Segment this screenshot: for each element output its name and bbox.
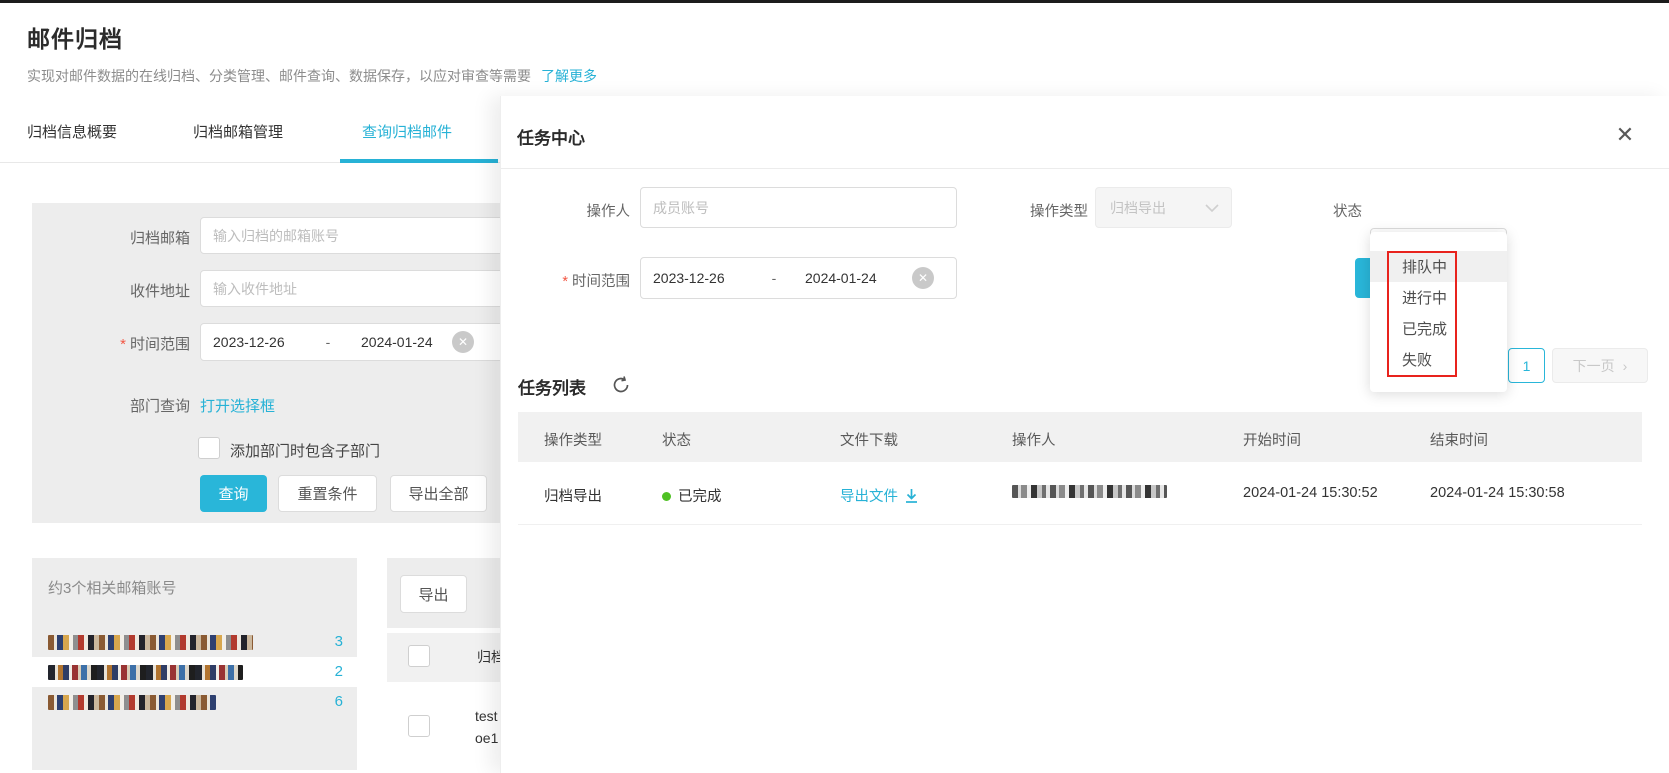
task-table-header: 操作类型 状态 文件下载 操作人 开始时间 结束时间 [518,412,1642,462]
op-type-label: 操作类型 [1000,200,1088,221]
col-op-type: 操作类型 [544,429,602,450]
operator-label: 操作人 [515,200,630,221]
time-start-value[interactable]: 2023-12-26 [213,334,313,350]
related-accounts-header: 约3个相关邮箱账号 [48,577,176,598]
page-title: 邮件归档 [27,20,123,54]
page-subtitle: 实现对邮件数据的在线归档、分类管理、邮件查询、数据保存，以应对审查等需要了解更多 [27,66,597,86]
required-marker: * [120,336,126,353]
reset-button[interactable]: 重置条件 [278,475,377,512]
col-status: 状态 [662,429,691,450]
tab-archive-mailbox-management[interactable]: 归档邮箱管理 [193,121,283,142]
archive-mailbox-input[interactable]: 输入归档的邮箱账号 [200,217,512,254]
tc-time-range-label: *时间范围 [515,270,630,291]
tc-time-start-value[interactable]: 2023-12-26 [653,270,757,286]
tc-time-range-label-text: 时间范围 [572,274,630,290]
redacted-email-mosaic [48,635,253,650]
refresh-icon[interactable] [611,375,631,395]
account-count: 3 [335,633,343,650]
mail-row-text-line2: oe1 [475,730,498,746]
archive-mailbox-placeholder: 输入归档的邮箱账号 [213,226,339,246]
op-type-value: 归档导出 [1110,198,1166,218]
task-list-title: 任务列表 [518,374,586,399]
pagination-next-label: 下一页 [1573,356,1615,376]
export-file-link[interactable]: 导出文件 [840,485,919,506]
pagination-next-button: 下一页 › [1552,348,1648,383]
clear-date-icon[interactable]: ✕ [452,331,474,353]
annotation-highlight-box [1387,251,1457,377]
tc-time-range-input[interactable]: 2023-12-26 - 2024-01-24 [640,257,957,299]
include-subdept-checkbox[interactable] [198,437,220,459]
download-icon [904,488,919,504]
close-icon[interactable]: ✕ [1610,120,1640,150]
col-end-time: 结束时间 [1430,429,1488,450]
task-table-row: 归档导出 已完成 导出文件 2024-01-24 15:30:52 2024-0… [518,462,1642,525]
department-open-selector-link[interactable]: 打开选择框 [200,395,275,416]
learn-more-link[interactable]: 了解更多 [541,68,597,84]
time-range-label: *时间范围 [60,333,190,354]
status-label: 状态 [1280,200,1362,221]
select-all-checkbox[interactable] [408,645,430,667]
time-end-value[interactable]: 2024-01-24 [361,334,433,350]
export-all-button[interactable]: 导出全部 [390,475,487,512]
account-count: 6 [335,693,343,710]
operator-input[interactable]: 成员账号 [640,187,957,228]
tab-query-archived-mail[interactable]: 查询归档邮件 [362,121,452,142]
tab-archive-overview[interactable]: 归档信息概要 [27,121,117,142]
tc-clear-date-icon[interactable]: ✕ [912,267,934,289]
col-file-download: 文件下载 [840,429,898,450]
export-button[interactable]: 导出 [400,575,467,613]
status-dot-green [662,492,671,501]
related-account-row[interactable]: 2 [32,657,357,687]
cell-start-time: 2024-01-24 15:30:52 [1243,485,1378,501]
search-button[interactable]: 查询 [200,475,267,512]
redacted-email-mosaic [48,695,216,710]
tc-time-separator: - [757,270,791,286]
panel-divider [501,168,1669,169]
required-marker: * [562,274,568,290]
recipient-input[interactable]: 输入收件地址 [200,270,512,307]
pagination-page-1[interactable]: 1 [1508,348,1545,383]
cell-status: 已完成 [662,485,722,506]
recipient-placeholder: 输入收件地址 [213,279,297,299]
time-separator: - [313,334,343,350]
redacted-email-mosaic [48,665,243,680]
operator-placeholder: 成员账号 [653,198,709,218]
account-count: 2 [335,663,343,680]
cell-end-time: 2024-01-24 15:30:58 [1430,485,1565,501]
archive-mailbox-label: 归档邮箱 [60,227,190,248]
chevron-right-icon: › [1623,358,1628,374]
col-operator: 操作人 [1012,429,1056,450]
export-file-link-text: 导出文件 [840,485,898,506]
mail-row-text-line1: test [475,708,498,724]
row-checkbox[interactable] [408,715,430,737]
cell-op-type: 归档导出 [544,485,602,506]
cell-status-text: 已完成 [678,489,722,505]
window-top-edge [0,0,1669,3]
related-account-row[interactable]: 3 [32,627,357,657]
related-account-row[interactable]: 6 [32,687,357,717]
cell-operator-redacted [1012,485,1167,502]
department-label: 部门查询 [60,395,190,416]
active-tab-underline [340,159,498,163]
task-center-title: 任务中心 [517,124,585,149]
col-start-time: 开始时间 [1243,429,1301,450]
chevron-down-icon [1205,204,1219,212]
include-subdept-label: 添加部门时包含子部门 [230,440,380,461]
op-type-select: 归档导出 [1095,187,1232,228]
recipient-label: 收件地址 [60,280,190,301]
tc-time-end-value[interactable]: 2024-01-24 [805,270,877,286]
time-range-label-text: 时间范围 [130,336,190,353]
page-subtitle-text: 实现对邮件数据的在线归档、分类管理、邮件查询、数据保存，以应对审查等需要 [27,68,531,84]
redacted-operator-mosaic [1012,485,1167,498]
